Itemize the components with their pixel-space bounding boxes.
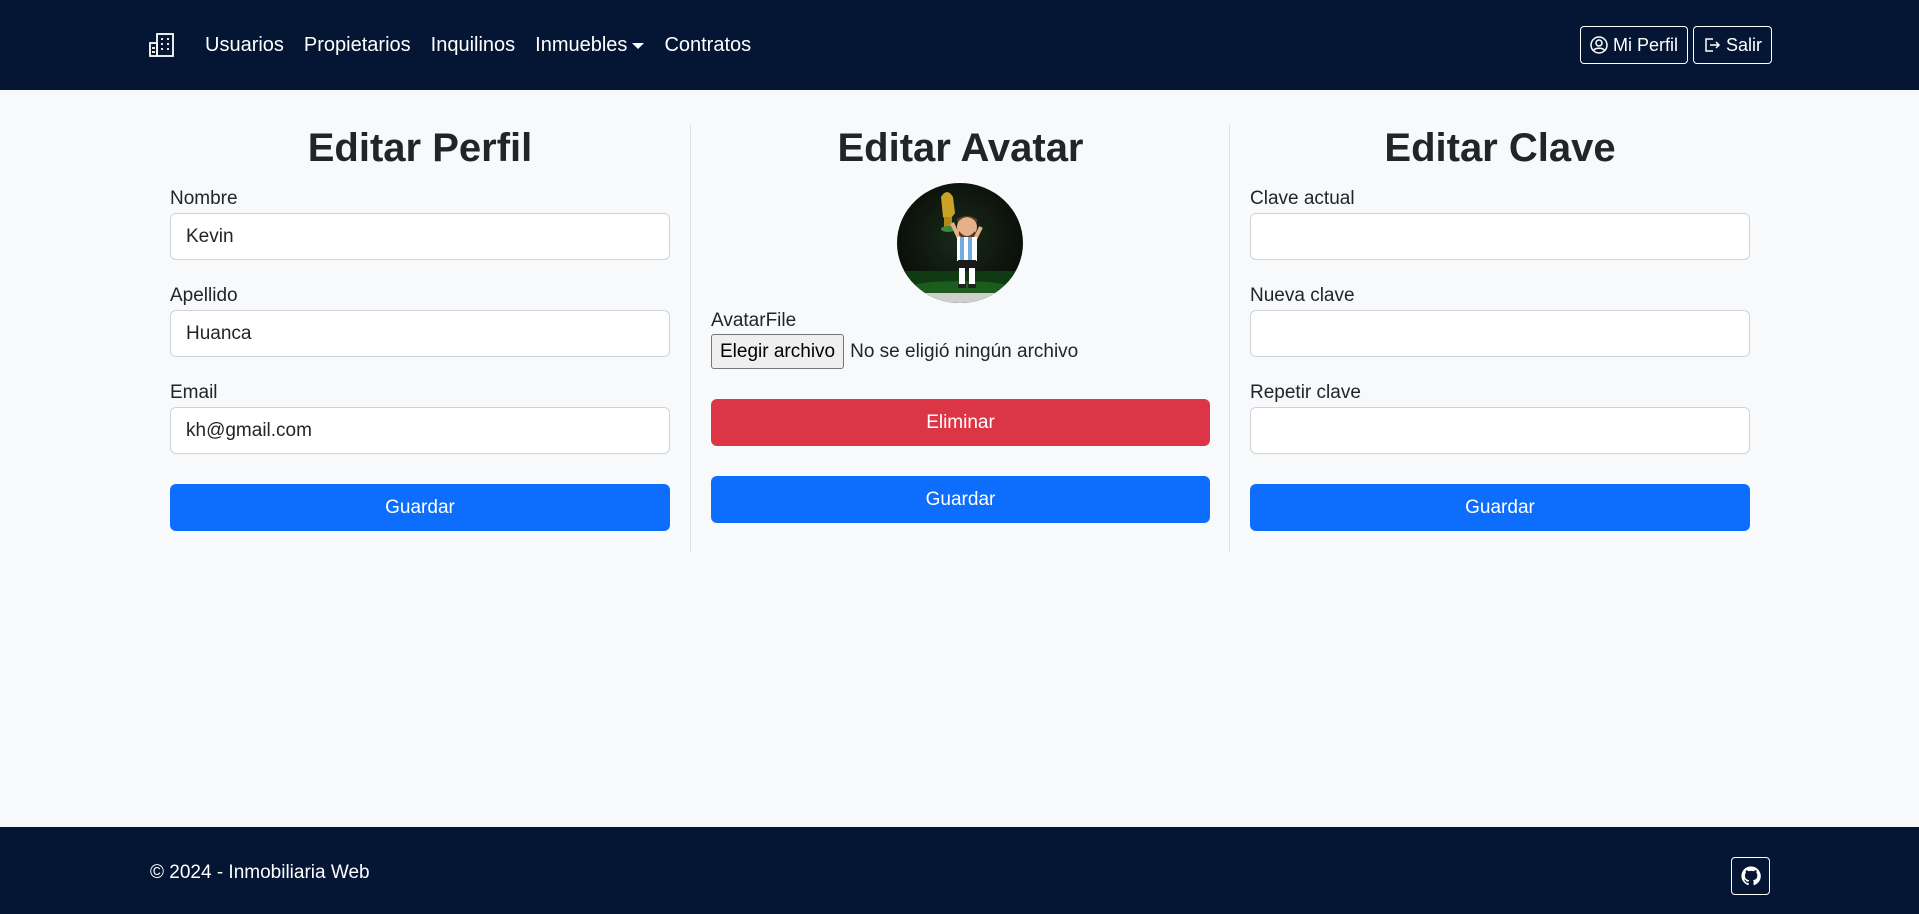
building-icon[interactable] bbox=[148, 32, 176, 58]
edit-avatar-title: Editar Avatar bbox=[837, 126, 1084, 170]
navbar: Usuarios Propietarios Inquilinos Inmuebl… bbox=[0, 0, 1919, 90]
new-password-label: Nueva clave bbox=[1250, 285, 1355, 306]
logout-button[interactable]: Salir bbox=[1693, 26, 1773, 64]
save-profile-button[interactable]: Guardar bbox=[170, 484, 670, 531]
footer-copyright: © 2024 - Inmobiliaria Web bbox=[150, 862, 370, 883]
logout-icon bbox=[1705, 38, 1721, 52]
edit-password-title: Editar Clave bbox=[1384, 126, 1616, 170]
nombre-label: Nombre bbox=[170, 188, 238, 209]
github-icon bbox=[1740, 866, 1761, 886]
edit-password-section: Editar Clave Clave actual Nueva clave Re… bbox=[1250, 124, 1750, 552]
profile-button-label: Mi Perfil bbox=[1613, 34, 1679, 55]
email-input[interactable]: kh@gmail.com bbox=[170, 407, 670, 454]
nombre-input[interactable]: Kevin bbox=[170, 213, 670, 260]
repeat-password-label: Repetir clave bbox=[1250, 382, 1361, 403]
nav-dropdown-inmuebles[interactable]: Inmuebles bbox=[535, 34, 645, 57]
nav-link-propietarios[interactable]: Propietarios bbox=[304, 34, 411, 57]
column-divider bbox=[1229, 124, 1230, 552]
nav-link-usuarios[interactable]: Usuarios bbox=[205, 34, 284, 57]
edit-profile-title: Editar Perfil bbox=[307, 126, 533, 170]
avatar-file-label: AvatarFile bbox=[711, 310, 797, 331]
person-circle-icon bbox=[1590, 36, 1608, 54]
avatar-file-input[interactable]: Elegir archivo No se eligió ningún archi… bbox=[711, 334, 1078, 369]
nav-link-contratos[interactable]: Contratos bbox=[664, 34, 751, 57]
github-button[interactable] bbox=[1731, 857, 1770, 895]
nav-link-inquilinos[interactable]: Inquilinos bbox=[431, 34, 516, 57]
nav-links: Usuarios Propietarios Inquilinos Inmuebl… bbox=[205, 34, 771, 57]
choose-file-button[interactable]: Elegir archivo bbox=[711, 334, 845, 369]
save-password-button[interactable]: Guardar bbox=[1250, 484, 1750, 531]
footer: © 2024 - Inmobiliaria Web bbox=[0, 827, 1919, 914]
new-password-input[interactable] bbox=[1250, 310, 1750, 357]
repeat-password-input[interactable] bbox=[1250, 407, 1750, 454]
edit-avatar-section: Editar Avatar AvatarFile Elegir archivo … bbox=[711, 124, 1210, 552]
apellido-input[interactable]: Huanca bbox=[170, 310, 670, 357]
profile-button[interactable]: Mi Perfil bbox=[1580, 26, 1689, 64]
apellido-label: Apellido bbox=[170, 285, 238, 306]
current-password-label: Clave actual bbox=[1250, 188, 1355, 209]
current-password-input[interactable] bbox=[1250, 213, 1750, 260]
nav-dropdown-label: Inmuebles bbox=[535, 34, 628, 56]
caret-down-icon bbox=[632, 42, 645, 49]
edit-profile-section: Editar Perfil Nombre Kevin Apellido Huan… bbox=[170, 124, 670, 552]
save-avatar-button[interactable]: Guardar bbox=[711, 476, 1210, 523]
column-divider bbox=[690, 124, 691, 552]
no-file-text: No se eligió ningún archivo bbox=[850, 340, 1079, 362]
delete-avatar-button[interactable]: Eliminar bbox=[711, 399, 1210, 446]
email-label: Email bbox=[170, 382, 218, 403]
avatar-image bbox=[897, 183, 1023, 303]
logout-button-label: Salir bbox=[1726, 34, 1763, 55]
